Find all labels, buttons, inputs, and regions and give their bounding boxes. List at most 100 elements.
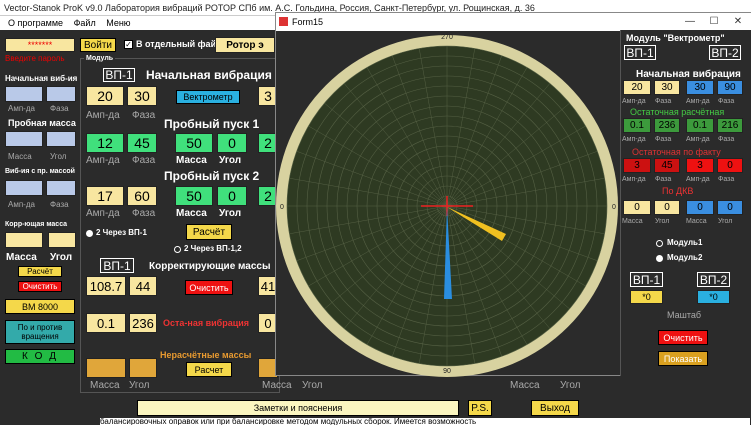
t1-angle-label: Угол	[219, 155, 242, 166]
residual-vib-label: Оста-ная вибрация	[163, 318, 250, 328]
left-init-phase-input[interactable]	[46, 86, 76, 102]
t1-mass-input[interactable]: 50	[175, 133, 213, 153]
r-mass-label-1: Масса	[622, 218, 643, 225]
bottom-mass-label-3: Масса	[510, 380, 540, 391]
t2-amp-input[interactable]: 17	[86, 186, 124, 206]
left-trial-angle-input[interactable]	[46, 131, 76, 147]
mid-phase-label: Фаза	[132, 110, 156, 121]
correction-mass-label: Корр-ющая масса	[5, 221, 68, 228]
login-button[interactable]: Войти	[80, 38, 116, 52]
noncalc-mass-input[interactable]	[86, 358, 126, 378]
r-amp-label-5: Амп-да	[622, 176, 646, 183]
vm8000-button[interactable]: ВМ 8000	[5, 299, 75, 314]
res-mass-output: 0.1	[86, 313, 126, 333]
left-trial-mass-input[interactable]	[5, 131, 43, 147]
menu-about[interactable]: О программе	[8, 18, 63, 28]
r-phase-label-4: Фаза	[718, 136, 735, 143]
noncalc-angle-input[interactable]	[129, 358, 157, 378]
dial-label-left: 0	[280, 204, 284, 211]
r-init-phase-1: 30	[654, 80, 680, 95]
left-vib-trial-phase-input[interactable]	[46, 180, 76, 196]
scale-vp1-input[interactable]: *0	[630, 290, 663, 304]
dial-label-right: 0	[612, 204, 616, 211]
corr-mass-output: 108.7	[86, 276, 126, 296]
t1-angle-input[interactable]: 0	[217, 133, 247, 153]
exit-button[interactable]: Выход	[531, 400, 579, 416]
module1-radio[interactable]	[656, 240, 663, 247]
mid-amp-label: Амп-да	[86, 110, 120, 121]
r-amp-label-1: Амп-да	[622, 98, 646, 105]
ps-button[interactable]: P.S.	[468, 400, 492, 416]
r-init-amp-2: 30	[686, 80, 714, 95]
vectormeter-button[interactable]: Вектрометр	[176, 90, 240, 104]
minimize-icon[interactable]: —	[678, 13, 702, 31]
middle-clear-button[interactable]: Очистить	[185, 280, 233, 295]
left-clear-button[interactable]: Очистить	[18, 281, 62, 292]
via-vp1-radio[interactable]	[86, 230, 93, 237]
r-phase-label-3: Фаза	[655, 136, 672, 143]
menu-menu[interactable]: Меню	[106, 18, 130, 28]
left-vib-trial-amp-input[interactable]	[5, 180, 43, 196]
r-rc-amp-2: 0.1	[686, 118, 714, 133]
trial1-title: Пробный пуск 1	[164, 117, 260, 131]
close-icon[interactable]: ✕	[726, 13, 750, 31]
t2-angle-input[interactable]: 0	[217, 186, 247, 206]
module1-label: Модуль1	[667, 238, 703, 247]
initial-vib-label: Начальная виб-ия	[5, 74, 78, 83]
r-amp-label-2: Амп-да	[686, 98, 710, 105]
scale-label: Маштаб	[667, 310, 702, 320]
t1-phase-input[interactable]: 45	[127, 133, 157, 153]
r-vp1-label: ВП-1	[624, 45, 656, 60]
password-field[interactable]: *******	[5, 38, 75, 52]
corr-masses-title: Корректирующие массы	[149, 261, 271, 272]
t2-phase-input[interactable]: 60	[127, 186, 157, 206]
r-clear-button[interactable]: Очистить	[658, 330, 708, 345]
corr-angle-output: 44	[129, 276, 157, 296]
init-amp-input[interactable]: 20	[86, 86, 124, 106]
left-init-amp-input[interactable]	[5, 86, 43, 102]
r-vp2-label: ВП-2	[709, 45, 741, 60]
r-init-amp-1: 20	[623, 80, 651, 95]
r-angle-label-2: Угол	[718, 218, 733, 225]
noncalc-calc-button[interactable]: Расчет	[186, 362, 232, 377]
r-phase-label-1: Фаза	[655, 98, 672, 105]
bottom-angle-label-2: Угол	[302, 380, 323, 391]
via-vp12-radio[interactable]	[174, 246, 181, 253]
scale-vp2-input[interactable]: *0	[697, 290, 730, 304]
trial-mass-label: Пробная масса	[8, 118, 76, 128]
r-rc-phase-2: 216	[717, 118, 743, 133]
init-phase-input[interactable]: 30	[127, 86, 157, 106]
separate-file-checkbox[interactable]: ✓	[124, 40, 133, 49]
r-phase-label-5: Фаза	[655, 176, 672, 183]
dial-label-top: 270	[441, 34, 453, 41]
t1-mass-label: Масса	[176, 155, 207, 166]
menu-file[interactable]: Файл	[74, 18, 96, 28]
module2-radio[interactable]	[656, 255, 663, 262]
r-phase-label-2: Фаза	[718, 98, 735, 105]
polar-dial: 270 90 0 0	[276, 34, 618, 377]
left-corr-mass-output	[5, 232, 43, 248]
r-dkv-mass-1: 0	[623, 200, 651, 215]
t1-amp-input[interactable]: 12	[86, 133, 124, 153]
r-residual-calc-title: Остаточная расчётная	[630, 107, 725, 117]
t1-phase-label: Фаза	[132, 155, 156, 166]
middle-calc-button[interactable]: Расчёт	[186, 224, 232, 240]
t2-mass-input[interactable]: 50	[175, 186, 213, 206]
r-rf-phase-2: 0	[717, 158, 743, 173]
r-show-button[interactable]: Показать	[658, 351, 708, 366]
t2-mass-label: Масса	[176, 208, 207, 219]
t2-amp-label: Амп-да	[86, 208, 120, 219]
rotation-button[interactable]: По и против вращения	[5, 320, 75, 344]
notes-button[interactable]: Заметки и пояснения	[137, 400, 459, 416]
left-mass-label: Масса	[8, 152, 32, 161]
r-amp-label-4: Амп-да	[686, 136, 710, 143]
bottom-mass-label-2: Масса	[262, 380, 292, 391]
via-vp12-label: 2 Через ВП-1,2	[184, 244, 242, 253]
left-amp-label: Амп-да	[8, 104, 35, 113]
bottom-angle-label: Угол	[129, 380, 150, 391]
maximize-icon[interactable]: ☐	[702, 13, 726, 31]
kod-button[interactable]: К О Д	[5, 349, 75, 364]
r-dkv-angle-2: 0	[717, 200, 743, 215]
form15-app-icon	[279, 17, 288, 26]
left-calc-button[interactable]: Расчёт	[18, 266, 62, 277]
